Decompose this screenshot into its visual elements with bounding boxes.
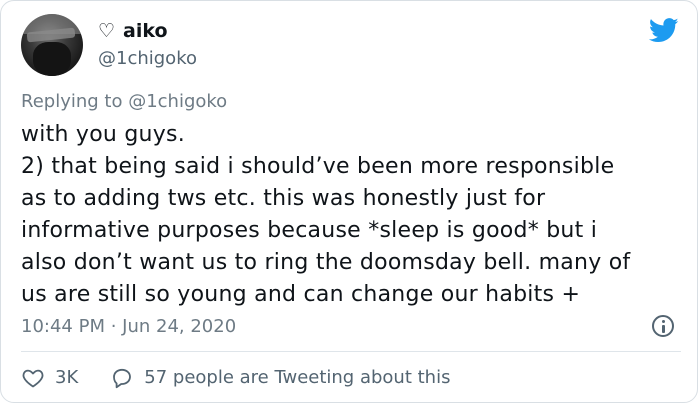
tweeting-about-link[interactable]: 57 people are Tweeting about this xyxy=(110,365,450,391)
avatar-face xyxy=(33,42,71,76)
tweet-text-line: informative purposes because *sleep is g… xyxy=(21,218,598,243)
display-name-row[interactable]: ♡ aiko xyxy=(98,19,168,43)
tweeting-about-text: 57 people are Tweeting about this xyxy=(144,367,451,388)
tweet-card: ♡ aiko @1chigoko Replying to @1chigoko w… xyxy=(0,0,698,403)
avatar[interactable] xyxy=(21,14,83,76)
action-bar: 3K 57 people are Tweeting about this xyxy=(21,365,450,391)
tweet-text-line: with you guys. xyxy=(21,122,185,147)
replying-to[interactable]: Replying to @1chigoko xyxy=(21,90,227,114)
like-button[interactable]: 3K xyxy=(21,365,78,391)
tweet-text-line: 2) that being said i should’ve been more… xyxy=(21,154,615,179)
tweet-text-line: us are still so young and can change our… xyxy=(21,282,581,307)
info-icon-dot xyxy=(662,320,665,323)
divider xyxy=(21,351,681,352)
heart-outline-icon xyxy=(22,369,44,388)
info-icon-stem xyxy=(662,325,665,333)
user-handle[interactable]: @1chigoko xyxy=(98,47,197,71)
speech-bubble-icon xyxy=(113,368,132,389)
twitter-bird-icon[interactable] xyxy=(649,15,679,45)
timestamp[interactable]: 10:44 PM · Jun 24, 2020 xyxy=(21,315,236,339)
display-name[interactable]: aiko xyxy=(123,19,168,43)
tweet-text: with you guys. 2) that being said i shou… xyxy=(21,119,686,311)
info-icon[interactable] xyxy=(652,315,674,337)
tweet-text-line: also don’t want us to ring the doomsday … xyxy=(21,250,631,275)
like-count: 3K xyxy=(55,367,79,388)
heart-outline-icon: ♡ xyxy=(98,20,116,42)
tweet-text-line: as to adding tws etc. this was honestly … xyxy=(21,186,546,211)
